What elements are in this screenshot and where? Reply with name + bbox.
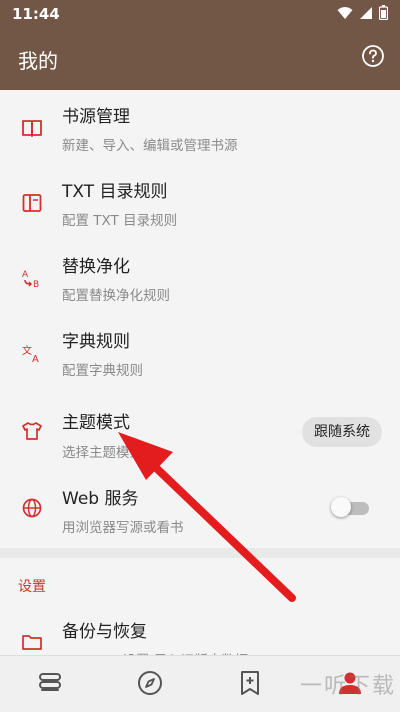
replace-ab-icon: A B bbox=[22, 270, 39, 289]
section-header-settings: 设置 bbox=[18, 579, 46, 595]
svg-text:B: B bbox=[33, 280, 39, 289]
list-item-txt-toc-rule[interactable]: TXT 目录规则 配置 TXT 目录规则 bbox=[0, 165, 400, 240]
item-title: Web 服务 bbox=[62, 489, 139, 509]
item-subtitle: 配置替换净化规则 bbox=[62, 288, 170, 304]
bookshelf-icon[interactable] bbox=[36, 669, 64, 697]
translate-icon: 文 A bbox=[22, 344, 39, 364]
item-title: 备份与恢复 bbox=[62, 622, 147, 642]
help-circle-icon[interactable] bbox=[361, 44, 385, 68]
globe-icon bbox=[22, 498, 42, 518]
battery-icon bbox=[379, 5, 388, 20]
tshirt-icon bbox=[22, 422, 42, 440]
item-title: 主题模式 bbox=[62, 413, 130, 433]
item-subtitle: 配置字典规则 bbox=[62, 363, 143, 379]
page-title: 我的 bbox=[18, 49, 58, 73]
item-title: 书源管理 bbox=[62, 107, 130, 127]
item-subtitle: 选择主题模式 bbox=[62, 445, 143, 461]
app-bar: 我的 bbox=[0, 27, 400, 90]
list-item-dict-rule[interactable]: 文 A 字典规则 配置字典规则 bbox=[0, 315, 400, 390]
web-service-toggle[interactable] bbox=[331, 497, 371, 517]
status-bar: 11:44 bbox=[0, 0, 400, 27]
folder-icon bbox=[22, 635, 42, 650]
book-toc-icon bbox=[22, 194, 42, 212]
list-item-replace-rule[interactable]: A B 替换净化 配置替换净化规则 bbox=[0, 240, 400, 315]
compass-icon[interactable] bbox=[136, 669, 164, 697]
status-time: 11:44 bbox=[12, 5, 60, 23]
item-subtitle: 配置 TXT 目录规则 bbox=[62, 213, 178, 229]
status-icons bbox=[337, 5, 388, 20]
item-subtitle: 新建、导入、编辑或管理书源 bbox=[62, 138, 238, 154]
item-title: 替换净化 bbox=[62, 257, 130, 277]
section-divider bbox=[0, 548, 400, 558]
svg-text:A: A bbox=[32, 354, 39, 364]
list-item-book-source[interactable]: 书源管理 新建、导入、编辑或管理书源 bbox=[0, 90, 400, 165]
svg-text:文: 文 bbox=[22, 344, 32, 357]
wifi-icon bbox=[337, 6, 353, 19]
book-open-icon bbox=[22, 120, 42, 137]
item-subtitle: 用浏览器写源或看书 bbox=[62, 520, 184, 536]
item-title: TXT 目录规则 bbox=[62, 182, 168, 202]
svg-text:A: A bbox=[22, 270, 29, 280]
watermark: 一听下载 bbox=[299, 674, 396, 699]
toggle-thumb bbox=[331, 497, 351, 517]
signal-icon bbox=[360, 6, 372, 19]
bookmark-plus-icon[interactable] bbox=[236, 669, 264, 697]
item-title: 字典规则 bbox=[62, 332, 130, 352]
theme-mode-value-chip[interactable]: 跟随系统 bbox=[302, 417, 382, 447]
